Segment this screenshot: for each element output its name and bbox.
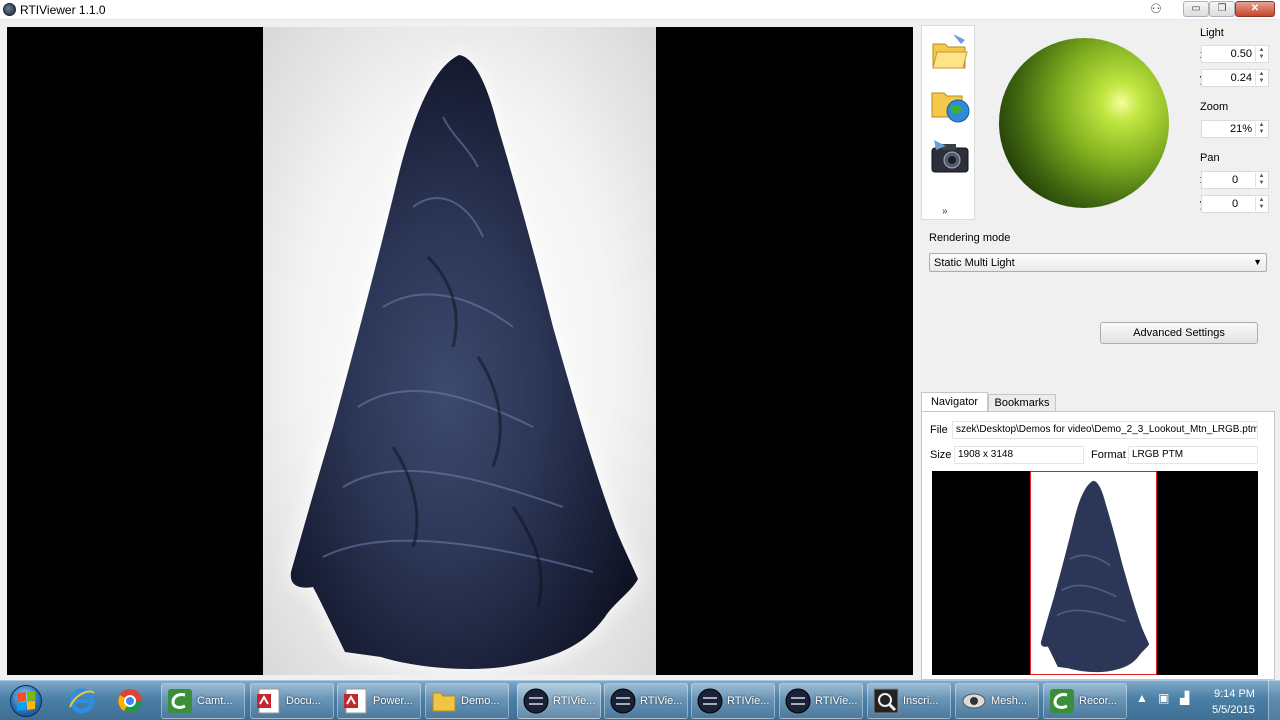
acrobat-icon (257, 688, 280, 714)
pan-label: Pan (1200, 152, 1220, 164)
windows-logo-icon (17, 691, 35, 711)
inscription-icon (873, 688, 899, 714)
device-icon[interactable]: ▣ (1158, 691, 1169, 705)
taskbar-item-powerpoint[interactable]: Power... (337, 683, 421, 719)
taskbar-item-rtiviewer-3[interactable]: RTIVie... (691, 683, 775, 719)
chevron-down-icon[interactable]: ▼ (1253, 257, 1262, 267)
rtiviewer-icon (697, 688, 723, 714)
rtiviewer-icon (523, 688, 549, 714)
acrobat-icon (344, 688, 367, 714)
zoom-stepper-icon[interactable]: ▲ ▼ (1255, 122, 1267, 136)
taskbar-item-document[interactable]: Docu... (250, 683, 334, 719)
pan-x-stepper-icon[interactable]: ▲ ▼ (1255, 173, 1267, 187)
format-field: LRGB PTM (1128, 446, 1258, 464)
camtasia-recorder-icon (1050, 689, 1074, 713)
rendering-mode-label: Rendering mode (929, 232, 1011, 244)
rtiviewer-icon (610, 688, 636, 714)
file-path-field: szek\Desktop\Demos for video\Demo_2_3_Lo… (952, 421, 1258, 439)
light-y-spinbox[interactable]: 0.24 ▲ ▼ (1201, 69, 1269, 87)
rti-image-viewport[interactable] (7, 27, 913, 675)
pan-y-spinbox[interactable]: 0 ▲ ▼ (1201, 195, 1269, 213)
light-label: Light (1200, 27, 1224, 39)
rendering-mode-value: Static Multi Light (934, 257, 1015, 269)
task-label: RTIVie... (553, 695, 596, 707)
task-label: Demo... (461, 695, 500, 707)
internet-explorer-icon[interactable] (62, 683, 102, 719)
taskbar-item-rtiviewer-1[interactable]: RTIVie... (517, 683, 601, 719)
navigator-thumbnail[interactable] (932, 471, 1258, 675)
taskbar-item-camtasia[interactable]: Camt... (161, 683, 245, 719)
maximize-button[interactable]: ❐ (1209, 1, 1235, 17)
task-label: RTIVie... (640, 695, 683, 707)
network-icon[interactable]: ▟ (1180, 691, 1189, 705)
taskbar-item-folder[interactable]: Demo... (425, 683, 509, 719)
expand-toolbar-icon[interactable]: » (942, 206, 948, 217)
meshlab-icon (962, 693, 986, 709)
zoom-label: Zoom (1200, 101, 1229, 113)
task-label: Docu... (286, 695, 321, 707)
chrome-icon[interactable] (110, 683, 150, 719)
light-y-stepper-icon[interactable]: ▲ ▼ (1255, 71, 1267, 85)
clock-date[interactable]: 5/5/2015 (1212, 704, 1255, 716)
open-remote-icon[interactable] (930, 82, 970, 126)
light-x-value: 0.50 (1230, 48, 1252, 60)
taskbar-item-rtiviewer-4[interactable]: RTIVie... (779, 683, 863, 719)
tab-navigator[interactable]: Navigator (921, 392, 988, 413)
folder-icon (432, 692, 456, 712)
projectile-point-image (290, 55, 638, 669)
thumbnail-artifact-image (1040, 480, 1150, 673)
taskbar-item-rtiviewer-2[interactable]: RTIVie... (604, 683, 688, 719)
pan-y-stepper-icon[interactable]: ▲ ▼ (1255, 197, 1267, 211)
taskbar: Camt... Docu... Power... Demo... RTIVie.… (0, 680, 1280, 720)
camtasia-icon (168, 689, 192, 713)
rtiviewer-icon (785, 688, 811, 714)
tool-column: » (921, 25, 975, 220)
pan-y-value: 0 (1232, 198, 1239, 210)
snapshot-camera-icon[interactable] (930, 134, 970, 178)
title-bar: RTIViewer 1.1.0 ⚇ ▭ ❐ ✕ (0, 0, 1280, 20)
light-x-spinbox[interactable]: 0.50 ▲ ▼ (1201, 45, 1269, 63)
taskbar-item-inscription[interactable]: Inscri... (867, 683, 951, 719)
task-label: Recor... (1079, 695, 1117, 707)
zoom-value: 21% (1229, 123, 1252, 135)
rendering-mode-select[interactable]: Static Multi Light ▼ (929, 253, 1267, 272)
close-button[interactable]: ✕ (1235, 1, 1275, 17)
light-y-value: 0.24 (1230, 72, 1252, 84)
size-label: Size (930, 449, 952, 461)
start-button[interactable] (4, 683, 48, 719)
window-title: RTIViewer 1.1.0 (20, 3, 106, 17)
tab-bookmarks[interactable]: Bookmarks (988, 394, 1056, 412)
show-desktop-button[interactable] (1268, 680, 1280, 720)
clock-time[interactable]: 9:14 PM (1214, 688, 1255, 700)
task-label: Camt... (197, 695, 233, 707)
tray-expand-icon[interactable]: ▲ (1136, 691, 1148, 705)
pan-x-spinbox[interactable]: 0 ▲ ▼ (1201, 171, 1269, 189)
open-folder-icon[interactable] (930, 30, 970, 74)
user-account-icon[interactable]: ⚇ (1143, 1, 1169, 17)
system-tray: ▲ ▣ ▟ (1132, 689, 1202, 713)
pan-x-value: 0 (1232, 174, 1239, 186)
size-field: 1908 x 3148 (954, 446, 1084, 464)
task-label: RTIVie... (727, 695, 770, 707)
taskbar-item-recorder[interactable]: Recor... (1043, 683, 1127, 719)
light-x-stepper-icon[interactable]: ▲ ▼ (1255, 47, 1267, 61)
advanced-settings-button[interactable]: Advanced Settings (1100, 322, 1258, 344)
file-label: File (930, 424, 948, 436)
minimize-button[interactable]: ▭ (1183, 1, 1209, 17)
task-label: Mesh... (991, 695, 1028, 707)
format-label: Format (1091, 449, 1126, 461)
task-label: Inscri... (903, 695, 939, 707)
navigator-visible-region[interactable] (1030, 471, 1157, 675)
app-icon (3, 3, 16, 16)
light-direction-sphere[interactable] (999, 38, 1169, 208)
task-label: RTIVie... (815, 695, 858, 707)
taskbar-item-meshlab[interactable]: Mesh... (955, 683, 1039, 719)
task-label: Power... (373, 695, 413, 707)
zoom-spinbox[interactable]: 21% ▲ ▼ (1201, 120, 1269, 138)
